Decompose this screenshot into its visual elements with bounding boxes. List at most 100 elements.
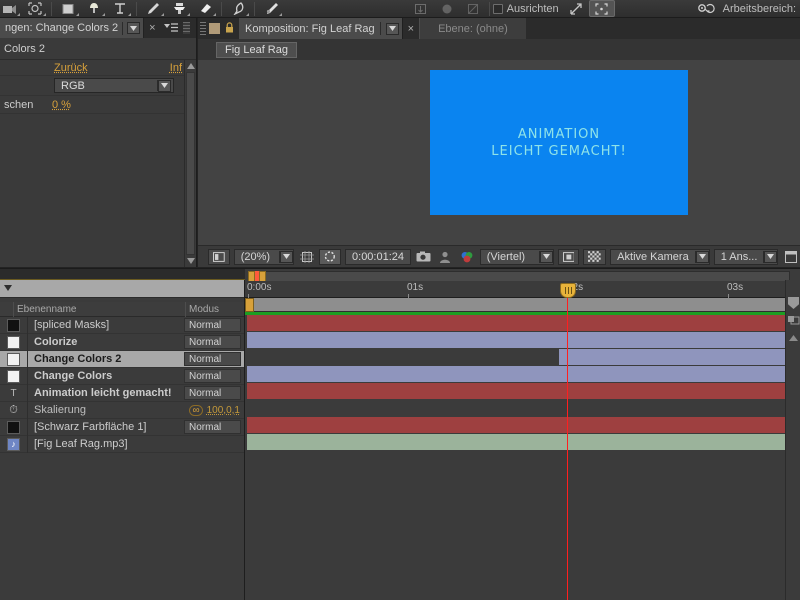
layer-swatch-white[interactable]: [7, 336, 20, 349]
workspace-sync-icon[interactable]: [693, 0, 719, 17]
camera-view-dropdown[interactable]: Aktive Kamera: [610, 249, 710, 265]
effect-controls-close-icon[interactable]: ×: [144, 18, 160, 38]
roto-brush-tool-icon[interactable]: [225, 0, 251, 17]
collapse-arrow-icon[interactable]: [786, 330, 800, 346]
timeline-search-bar[interactable]: [0, 280, 244, 298]
timeline-layer-bar[interactable]: [247, 366, 785, 382]
frame-blending-icon[interactable]: [786, 310, 800, 330]
layer-blend-mode[interactable]: Normal: [184, 318, 241, 332]
work-area-bar[interactable]: [245, 269, 800, 281]
layer-name[interactable]: Skalierung: [28, 404, 189, 416]
layer-name[interactable]: Colorize: [28, 336, 184, 348]
table-row[interactable]: T Animation leicht gemacht!Normal: [0, 385, 244, 402]
anchor-point-tool-icon[interactable]: [22, 0, 48, 17]
layer-switch-cell[interactable]: [0, 351, 28, 368]
timeline-time-ruler[interactable]: 0:00s01s02s03s: [245, 281, 800, 298]
timeline-search-caret-icon[interactable]: [4, 284, 12, 293]
effect-controls-scrollbar[interactable]: [184, 60, 196, 267]
layer-name[interactable]: [Schwarz Farbfläche 1]: [28, 421, 184, 433]
main-toolbar[interactable]: Ausrichten Arbeitsbereich:: [0, 0, 800, 18]
scroll-down-icon[interactable]: [185, 255, 197, 267]
effect-controls-tab[interactable]: ngen: Change Colors 2: [0, 18, 144, 38]
stopwatch-icon[interactable]: ⏱: [7, 404, 20, 417]
table-row[interactable]: ♪ [Fig Leaf Rag.mp3]: [0, 436, 244, 453]
panel-grip[interactable]: [200, 22, 206, 36]
text-layer-icon[interactable]: T: [7, 387, 20, 400]
show-channels-icon[interactable]: [458, 249, 476, 265]
timeline-layer-bar[interactable]: [247, 434, 785, 450]
color-space-caret-icon[interactable]: [158, 80, 171, 92]
layer-swatch-white[interactable]: [7, 370, 20, 383]
rectangle-tool-icon[interactable]: [55, 0, 81, 17]
constrain-proportions-icon[interactable]: ∞: [189, 405, 202, 416]
puppet-pin-tool-icon[interactable]: [258, 0, 284, 17]
shy-layers-icon[interactable]: [786, 296, 800, 310]
snap-anchor-icon[interactable]: [408, 0, 434, 17]
effect-controls-panel-menu-icon[interactable]: [161, 18, 181, 38]
timeline-layer-bar[interactable]: [247, 332, 785, 348]
comp-flowchart-icon[interactable]: [782, 249, 800, 265]
layer-tab[interactable]: Ebene: (ohne): [419, 18, 526, 39]
resolution-dropdown[interactable]: (Viertel): [480, 249, 554, 265]
show-snapshot-icon[interactable]: [437, 249, 455, 265]
scale-property-cell[interactable]: ∞ 100,0,1: [189, 405, 240, 416]
layer-switch-cell[interactable]: T: [0, 385, 28, 402]
snap-mask-icon[interactable]: [460, 0, 486, 17]
lock-icon[interactable]: [225, 22, 234, 36]
zoom-caret-icon[interactable]: [280, 251, 293, 263]
table-row[interactable]: Change Colors 2Normal: [0, 351, 244, 368]
pen-tool-icon[interactable]: [81, 0, 107, 17]
views-dropdown[interactable]: 1 Ans...: [714, 249, 779, 265]
layer-blend-mode[interactable]: Normal: [184, 420, 241, 434]
scroll-up-icon[interactable]: [185, 60, 197, 72]
clone-stamp-tool-icon[interactable]: [166, 0, 192, 17]
table-row[interactable]: [Schwarz Farbfläche 1]Normal: [0, 419, 244, 436]
composition-tab-caret-icon[interactable]: [386, 23, 399, 35]
layer-switch-cell[interactable]: [0, 317, 28, 334]
grid-guides-icon[interactable]: [298, 249, 316, 265]
table-row[interactable]: ⏱ Skalierung∞ 100,0,1: [0, 402, 244, 419]
camera-tool-icon[interactable]: [0, 0, 22, 17]
layer-switch-cell[interactable]: [0, 368, 28, 385]
snapshot-camera-icon[interactable]: [415, 249, 433, 265]
transparency-grid-icon[interactable]: [583, 249, 606, 265]
views-caret-icon[interactable]: [764, 251, 777, 263]
type-tool-icon[interactable]: [107, 0, 133, 17]
layer-name[interactable]: Change Colors 2: [28, 353, 184, 365]
layer-blend-mode[interactable]: Normal: [184, 369, 241, 383]
layer-blend-mode[interactable]: Normal: [184, 335, 241, 349]
scale-value[interactable]: 100,0,1: [207, 405, 240, 416]
camera-view-caret-icon[interactable]: [696, 251, 709, 263]
effect-controls-tab-caret-icon[interactable]: [127, 22, 140, 34]
composition-tab-close-icon[interactable]: ×: [403, 23, 419, 35]
layer-blend-mode[interactable]: Normal: [184, 352, 241, 366]
playhead-handle[interactable]: [560, 283, 576, 298]
layer-blend-mode[interactable]: Normal: [184, 386, 241, 400]
layer-switch-cell[interactable]: ♪: [0, 436, 28, 453]
timeline-navigator-bar[interactable]: [245, 298, 800, 312]
composition-tab[interactable]: Komposition: Fig Leaf Rag: [239, 18, 403, 39]
layer-name[interactable]: [Fig Leaf Rag.mp3]: [28, 438, 184, 450]
layer-name[interactable]: [spliced Masks]: [28, 319, 184, 331]
table-row[interactable]: ColorizeNormal: [0, 334, 244, 351]
timeline-layer-bar[interactable]: [247, 383, 785, 399]
layer-name[interactable]: Animation leicht gemacht!: [28, 387, 184, 399]
layer-name[interactable]: Change Colors: [28, 370, 184, 382]
color-space-dropdown[interactable]: RGB: [54, 78, 174, 93]
reset-link[interactable]: Zurück: [54, 62, 88, 74]
region-of-interest-icon[interactable]: [589, 0, 615, 17]
breadcrumb-item-comp[interactable]: Fig Leaf Rag: [216, 42, 297, 58]
layer-swatch-white[interactable]: [7, 353, 20, 366]
brush-tool-icon[interactable]: [140, 0, 166, 17]
about-link[interactable]: Inf: [170, 62, 182, 74]
navigator-start-handle[interactable]: [245, 298, 254, 312]
layer-switch-cell[interactable]: [0, 419, 28, 436]
composition-frame[interactable]: ANIMATION LEICHT GEMACHT!: [430, 70, 688, 215]
mask-visibility-icon[interactable]: [319, 249, 341, 265]
current-time-field[interactable]: 0:00:01:24: [345, 249, 411, 265]
zoom-dropdown[interactable]: (20%): [234, 249, 294, 265]
always-preview-this-view-icon[interactable]: [208, 249, 230, 265]
audio-layer-icon[interactable]: ♪: [7, 438, 20, 451]
timeline-layer-bar[interactable]: [247, 315, 785, 331]
region-of-interest-icon[interactable]: [558, 249, 580, 265]
